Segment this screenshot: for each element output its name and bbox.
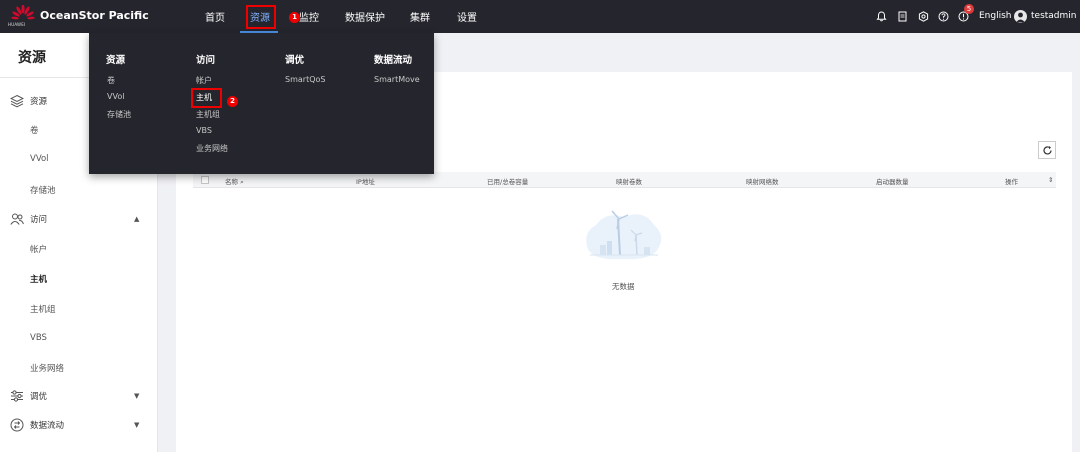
sidebar-group-data-flow[interactable]: 数据流动 — [10, 418, 64, 432]
menu-item-smartmove[interactable]: SmartMove — [374, 75, 420, 84]
bell-icon[interactable] — [876, 11, 887, 22]
nav-data-protection[interactable]: 数据保护 — [345, 9, 385, 24]
menu-item-vbs[interactable]: VBS — [196, 126, 212, 135]
nav-settings[interactable]: 设置 — [457, 9, 477, 24]
sidebar-item-storage-pool[interactable]: 存储池 — [30, 184, 56, 196]
layers-icon — [9, 94, 25, 108]
sidebar-group-resources[interactable]: 资源 — [9, 94, 48, 108]
annotation-box-host — [191, 88, 222, 108]
alarm-count-badge: 5 — [964, 4, 974, 14]
sidebar-item-service-network[interactable]: 业务网络 — [30, 362, 64, 374]
filter-icon[interactable]: ⌕ — [240, 178, 244, 186]
col-mapped-networks: 映射网络数 — [746, 178, 779, 186]
col-ip: IP地址 — [356, 178, 375, 186]
refresh-button[interactable] — [1038, 141, 1056, 159]
menu-col-title-resources: 资源 — [106, 55, 126, 66]
col-initiators: 启动器数量 — [876, 178, 909, 186]
sidebar-group-label: 调优 — [30, 392, 48, 402]
caret-down-icon[interactable]: ▼ — [134, 421, 139, 429]
nav-cluster[interactable]: 集群 — [410, 9, 430, 24]
top-bar: HUAWEI OceanStor Pacific 首页 资源 监控 数据保护 集… — [0, 0, 1080, 33]
menu-item-storage-pool[interactable]: 存储池 — [107, 109, 131, 120]
sidebar-group-access[interactable]: 访问 — [10, 212, 47, 226]
sidebar-item-vvol[interactable]: VVol — [30, 154, 49, 164]
col-operation: 操作 — [1005, 178, 1018, 186]
col-mapped-volumes: 映射卷数 — [616, 178, 642, 186]
table-header: 名称 ⌕ IP地址 已用/总卷容量 映射卷数 映射网络数 启动器数量 操作 ⇕ — [193, 172, 1056, 188]
resources-dropdown-menu: 资源 卷 VVol 存储池 访问 帐户 主机 主机组 VBS 业务网络 调优 S… — [89, 33, 434, 174]
caret-up-icon[interactable]: ▲ — [134, 215, 139, 223]
sidebar-title: 资源 — [18, 50, 46, 66]
menu-item-service-network[interactable]: 业务网络 — [196, 143, 228, 154]
sidebar-item-host[interactable]: 主机 — [30, 273, 47, 285]
menu-col-title-tuning: 调优 — [285, 55, 305, 66]
menu-item-host-group[interactable]: 主机组 — [196, 109, 220, 120]
product-name: OceanStor Pacific — [40, 9, 149, 22]
empty-data-text: 无数据 — [612, 282, 635, 291]
sliders-icon — [10, 389, 24, 403]
empty-data-illustration — [580, 205, 666, 267]
sidebar-group-label: 资源 — [30, 97, 48, 107]
column-settings-icon[interactable]: ⇕ — [1048, 176, 1053, 184]
caret-down-icon[interactable]: ▼ — [134, 392, 139, 400]
menu-item-account[interactable]: 帐户 — [196, 75, 212, 86]
nav-monitor[interactable]: 监控 — [299, 9, 319, 24]
menu-col-title-data-flow: 数据流动 — [374, 55, 413, 66]
col-name[interactable]: 名称 ⌕ — [225, 176, 244, 187]
sidebar-item-vbs[interactable]: VBS — [30, 333, 47, 343]
menu-item-vvol[interactable]: VVol — [107, 92, 124, 101]
language-switch[interactable]: English — [979, 11, 1012, 21]
username[interactable]: testadmin — [1031, 11, 1076, 21]
sidebar-group-label: 数据流动 — [30, 421, 65, 431]
col-capacity: 已用/总卷容量 — [487, 178, 529, 186]
annotation-step-2: 2 — [227, 96, 238, 107]
annotation-step-1: 1 — [289, 12, 300, 23]
sidebar-item-host-group[interactable]: 主机组 — [30, 303, 56, 315]
menu-item-smartqos[interactable]: SmartQoS — [285, 75, 325, 84]
menu-col-title-access: 访问 — [196, 55, 216, 66]
sidebar-group-label: 访问 — [30, 215, 48, 225]
brand-small-text: HUAWEI — [8, 22, 26, 27]
sidebar-item-volume[interactable]: 卷 — [30, 124, 39, 136]
gear-icon[interactable] — [918, 11, 929, 22]
document-icon[interactable] — [897, 11, 908, 22]
dataflow-icon — [10, 418, 24, 432]
annotation-box-resources — [246, 5, 276, 29]
help-icon[interactable] — [938, 11, 949, 22]
users-icon — [10, 212, 24, 226]
user-avatar-icon[interactable] — [1014, 10, 1027, 23]
nav-home[interactable]: 首页 — [205, 9, 225, 24]
select-all-checkbox[interactable] — [201, 176, 209, 184]
sidebar-group-tuning[interactable]: 调优 — [10, 389, 47, 403]
sidebar-item-account[interactable]: 帐户 — [30, 243, 47, 255]
refresh-icon — [1042, 145, 1052, 155]
menu-item-volume[interactable]: 卷 — [107, 75, 115, 86]
